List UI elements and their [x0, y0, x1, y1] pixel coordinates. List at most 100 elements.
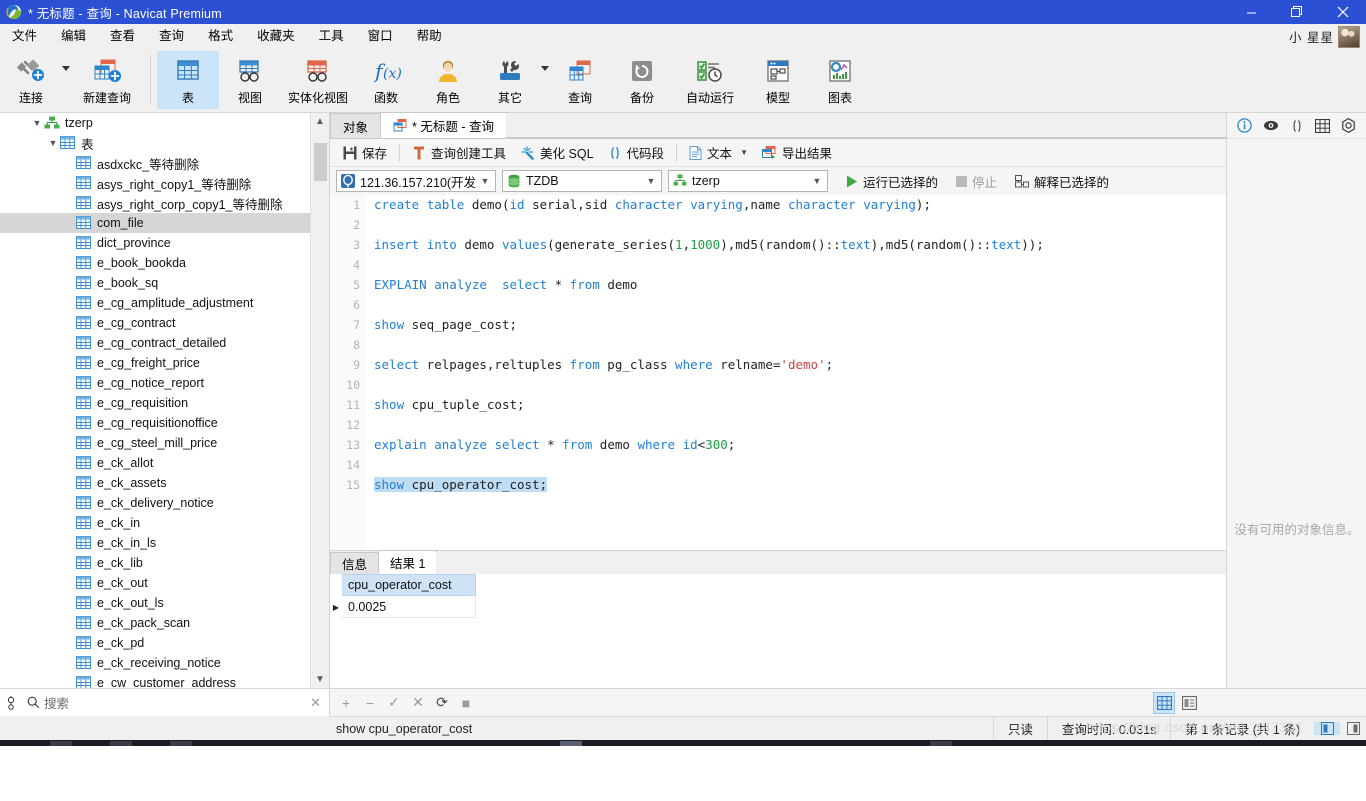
toolbar-other-button[interactable]: 其它 — [479, 51, 541, 109]
tree-item-table-23[interactable]: e_ck_pack_scan — [0, 613, 311, 633]
maximize-button[interactable] — [1274, 0, 1320, 24]
add-record-button[interactable]: + — [336, 693, 356, 713]
tree-item-table-5[interactable]: e_book_bookda — [0, 253, 311, 273]
tree-scroll-thumb[interactable] — [314, 143, 327, 181]
settings-icon[interactable] — [1340, 117, 1357, 134]
tree-item-table-7[interactable]: e_cg_amplitude_adjustment — [0, 293, 311, 313]
connection-dropdown-button[interactable] — [62, 51, 70, 109]
tree-item-table-20[interactable]: e_ck_lib — [0, 553, 311, 573]
result-tab-info[interactable]: 信息 — [330, 552, 380, 574]
chevron-down-icon[interactable]: ▼ — [477, 176, 493, 186]
object-tree[interactable]: ▼ tzerp ▼ 表 asdxckc_等待删除 asys_right_copy1_等待删… — [0, 113, 311, 688]
toolbar-function-button[interactable]: f (x) 函数 — [355, 51, 417, 109]
code-line[interactable]: show cpu_tuple_cost; — [374, 395, 1212, 415]
toolbar-backup-button[interactable]: 备份 — [611, 51, 673, 109]
server-select[interactable]: 121.36.157.210(开发 ▼ — [336, 170, 496, 192]
toolbar-chart-button[interactable]: 图表 — [809, 51, 871, 109]
tree-item-table-12[interactable]: e_cg_requisition — [0, 393, 311, 413]
code-line[interactable] — [374, 295, 1212, 315]
chevron-down-icon[interactable]: ▼ — [46, 138, 60, 148]
tree-item-table-13[interactable]: e_cg_requisitionoffice — [0, 413, 311, 433]
confirm-record-button[interactable]: ✓ — [384, 693, 404, 713]
avatar[interactable] — [1338, 25, 1360, 48]
text-dropdown-icon[interactable]: ▼ — [740, 148, 748, 157]
close-button[interactable] — [1320, 0, 1366, 24]
tree-item-table-1[interactable]: asys_right_copy1_等待删除 — [0, 173, 311, 193]
toolbar-connection-button[interactable]: 连接 — [0, 51, 62, 109]
tree-item-table-18[interactable]: e_ck_in — [0, 513, 311, 533]
tree-item-table-3[interactable]: com_file — [0, 213, 311, 233]
other-dropdown-button[interactable] — [541, 51, 549, 109]
sql-editor[interactable]: 1 2 3 4 5 6 7 8 9 10 11 12 13 14 15 create table demo(… — [330, 195, 1226, 550]
toolbar-automation-button[interactable]: 自动运行 — [673, 51, 747, 109]
toolbar-materialized-view-button[interactable]: 实体化视图 — [281, 51, 355, 109]
cell-cpu-operator-cost[interactable]: 0.0025 — [342, 596, 476, 618]
code-line[interactable]: create table demo(id serial,sid characte… — [374, 195, 1212, 215]
parentheses-icon[interactable] — [1288, 117, 1305, 134]
explain-selected-button[interactable]: 解释已选择的 — [1009, 169, 1115, 194]
toolbar-model-button[interactable]: 模型 — [747, 51, 809, 109]
beautify-sql-button[interactable]: 美化 SQL — [513, 140, 601, 165]
toolbar-table-button[interactable]: 表 — [157, 51, 219, 109]
tree-item-table-9[interactable]: e_cg_contract_detailed — [0, 333, 311, 353]
code-line[interactable] — [374, 255, 1212, 275]
info-icon[interactable] — [1236, 117, 1253, 134]
code-line[interactable]: select relpages,reltuples from pg_class … — [374, 355, 1212, 375]
menu-item-view[interactable]: 查看 — [98, 24, 147, 49]
clear-search-icon[interactable]: ✕ — [310, 695, 321, 711]
user-area[interactable]: 小 星星 — [1289, 24, 1360, 49]
tree-item-table-4[interactable]: dict_province — [0, 233, 311, 253]
tree-item-tables-folder[interactable]: ▼ 表 — [0, 133, 311, 153]
tree-item-table-0[interactable]: asdxckc_等待删除 — [0, 153, 311, 173]
toolbar-query-button[interactable]: 查询 — [549, 51, 611, 109]
tree-item-table-24[interactable]: e_ck_pd — [0, 633, 311, 653]
cancel-record-button[interactable]: ✕ — [408, 693, 428, 713]
tree-item-table-6[interactable]: e_book_sq — [0, 273, 311, 293]
text-button[interactable]: 文本 ▼ — [682, 140, 755, 165]
code-line[interactable]: show seq_page_cost; — [374, 315, 1212, 335]
database-select[interactable]: TZDB ▼ — [502, 170, 662, 192]
menu-item-format[interactable]: 格式 — [196, 24, 245, 49]
code-line[interactable]: insert into demo values(generate_series(… — [374, 235, 1212, 255]
refresh-button[interactable]: ⟳ — [432, 693, 452, 713]
code-line[interactable]: explain analyze select * from demo where… — [374, 435, 1212, 455]
menu-item-favorites[interactable]: 收藏夹 — [245, 24, 307, 49]
sql-code-area[interactable]: create table demo(id serial,sid characte… — [374, 195, 1212, 550]
tree-item-table-10[interactable]: e_cg_freight_price — [0, 353, 311, 373]
tab-objects[interactable]: 对象 — [330, 113, 382, 138]
save-button[interactable]: 保存 — [336, 140, 394, 165]
code-line[interactable] — [374, 375, 1212, 395]
code-line[interactable] — [374, 415, 1212, 435]
toolbar-role-button[interactable]: 角色 — [417, 51, 479, 109]
sidebar-search-bar[interactable]: 搜索 ✕ — [0, 688, 330, 716]
column-header-cpu-operator-cost[interactable]: cpu_operator_cost — [342, 574, 476, 596]
tree-item-table-15[interactable]: e_ck_allot — [0, 453, 311, 473]
toolbar-new-query-button[interactable]: 新建查询 — [70, 51, 144, 109]
menu-item-tools[interactable]: 工具 — [307, 24, 356, 49]
table-grid-icon[interactable] — [1314, 117, 1331, 134]
tree-item-table-21[interactable]: e_ck_out — [0, 573, 311, 593]
schema-select[interactable]: tzerp ▼ — [668, 170, 828, 192]
menu-item-window[interactable]: 窗口 — [356, 24, 405, 49]
form-view-button[interactable] — [1178, 692, 1200, 714]
code-line[interactable] — [374, 215, 1212, 235]
code-line[interactable]: show cpu_operator_cost; — [374, 475, 1212, 495]
tree-item-table-2[interactable]: asys_right_corp_copy1_等待删除 — [0, 193, 311, 213]
tree-item-table-8[interactable]: e_cg_contract — [0, 313, 311, 333]
snippet-button[interactable]: 代码段 — [601, 140, 672, 165]
code-line[interactable]: EXPLAIN analyze select * from demo — [374, 275, 1212, 295]
run-selected-button[interactable]: 运行已选择的 — [840, 169, 944, 194]
scroll-up-icon[interactable]: ▲ — [311, 113, 329, 130]
code-line[interactable] — [374, 335, 1212, 355]
editor-scrollbar[interactable] — [1212, 195, 1226, 550]
toolbar-view-button[interactable]: 视图 — [219, 51, 281, 109]
tree-item-table-26[interactable]: e_cw_customer_address — [0, 673, 311, 688]
grid-view-button[interactable] — [1153, 691, 1175, 714]
export-result-button[interactable]: 导出结果 — [755, 140, 839, 165]
tab-query[interactable]: * 无标题 - 查询 — [380, 112, 507, 138]
tree-item-table-14[interactable]: e_cg_steel_mill_price — [0, 433, 311, 453]
filter-icon[interactable] — [0, 695, 22, 710]
menu-item-file[interactable]: 文件 — [0, 24, 49, 49]
table-row[interactable]: ▶ 0.0025 — [330, 596, 1226, 618]
menu-item-help[interactable]: 帮助 — [405, 24, 454, 49]
